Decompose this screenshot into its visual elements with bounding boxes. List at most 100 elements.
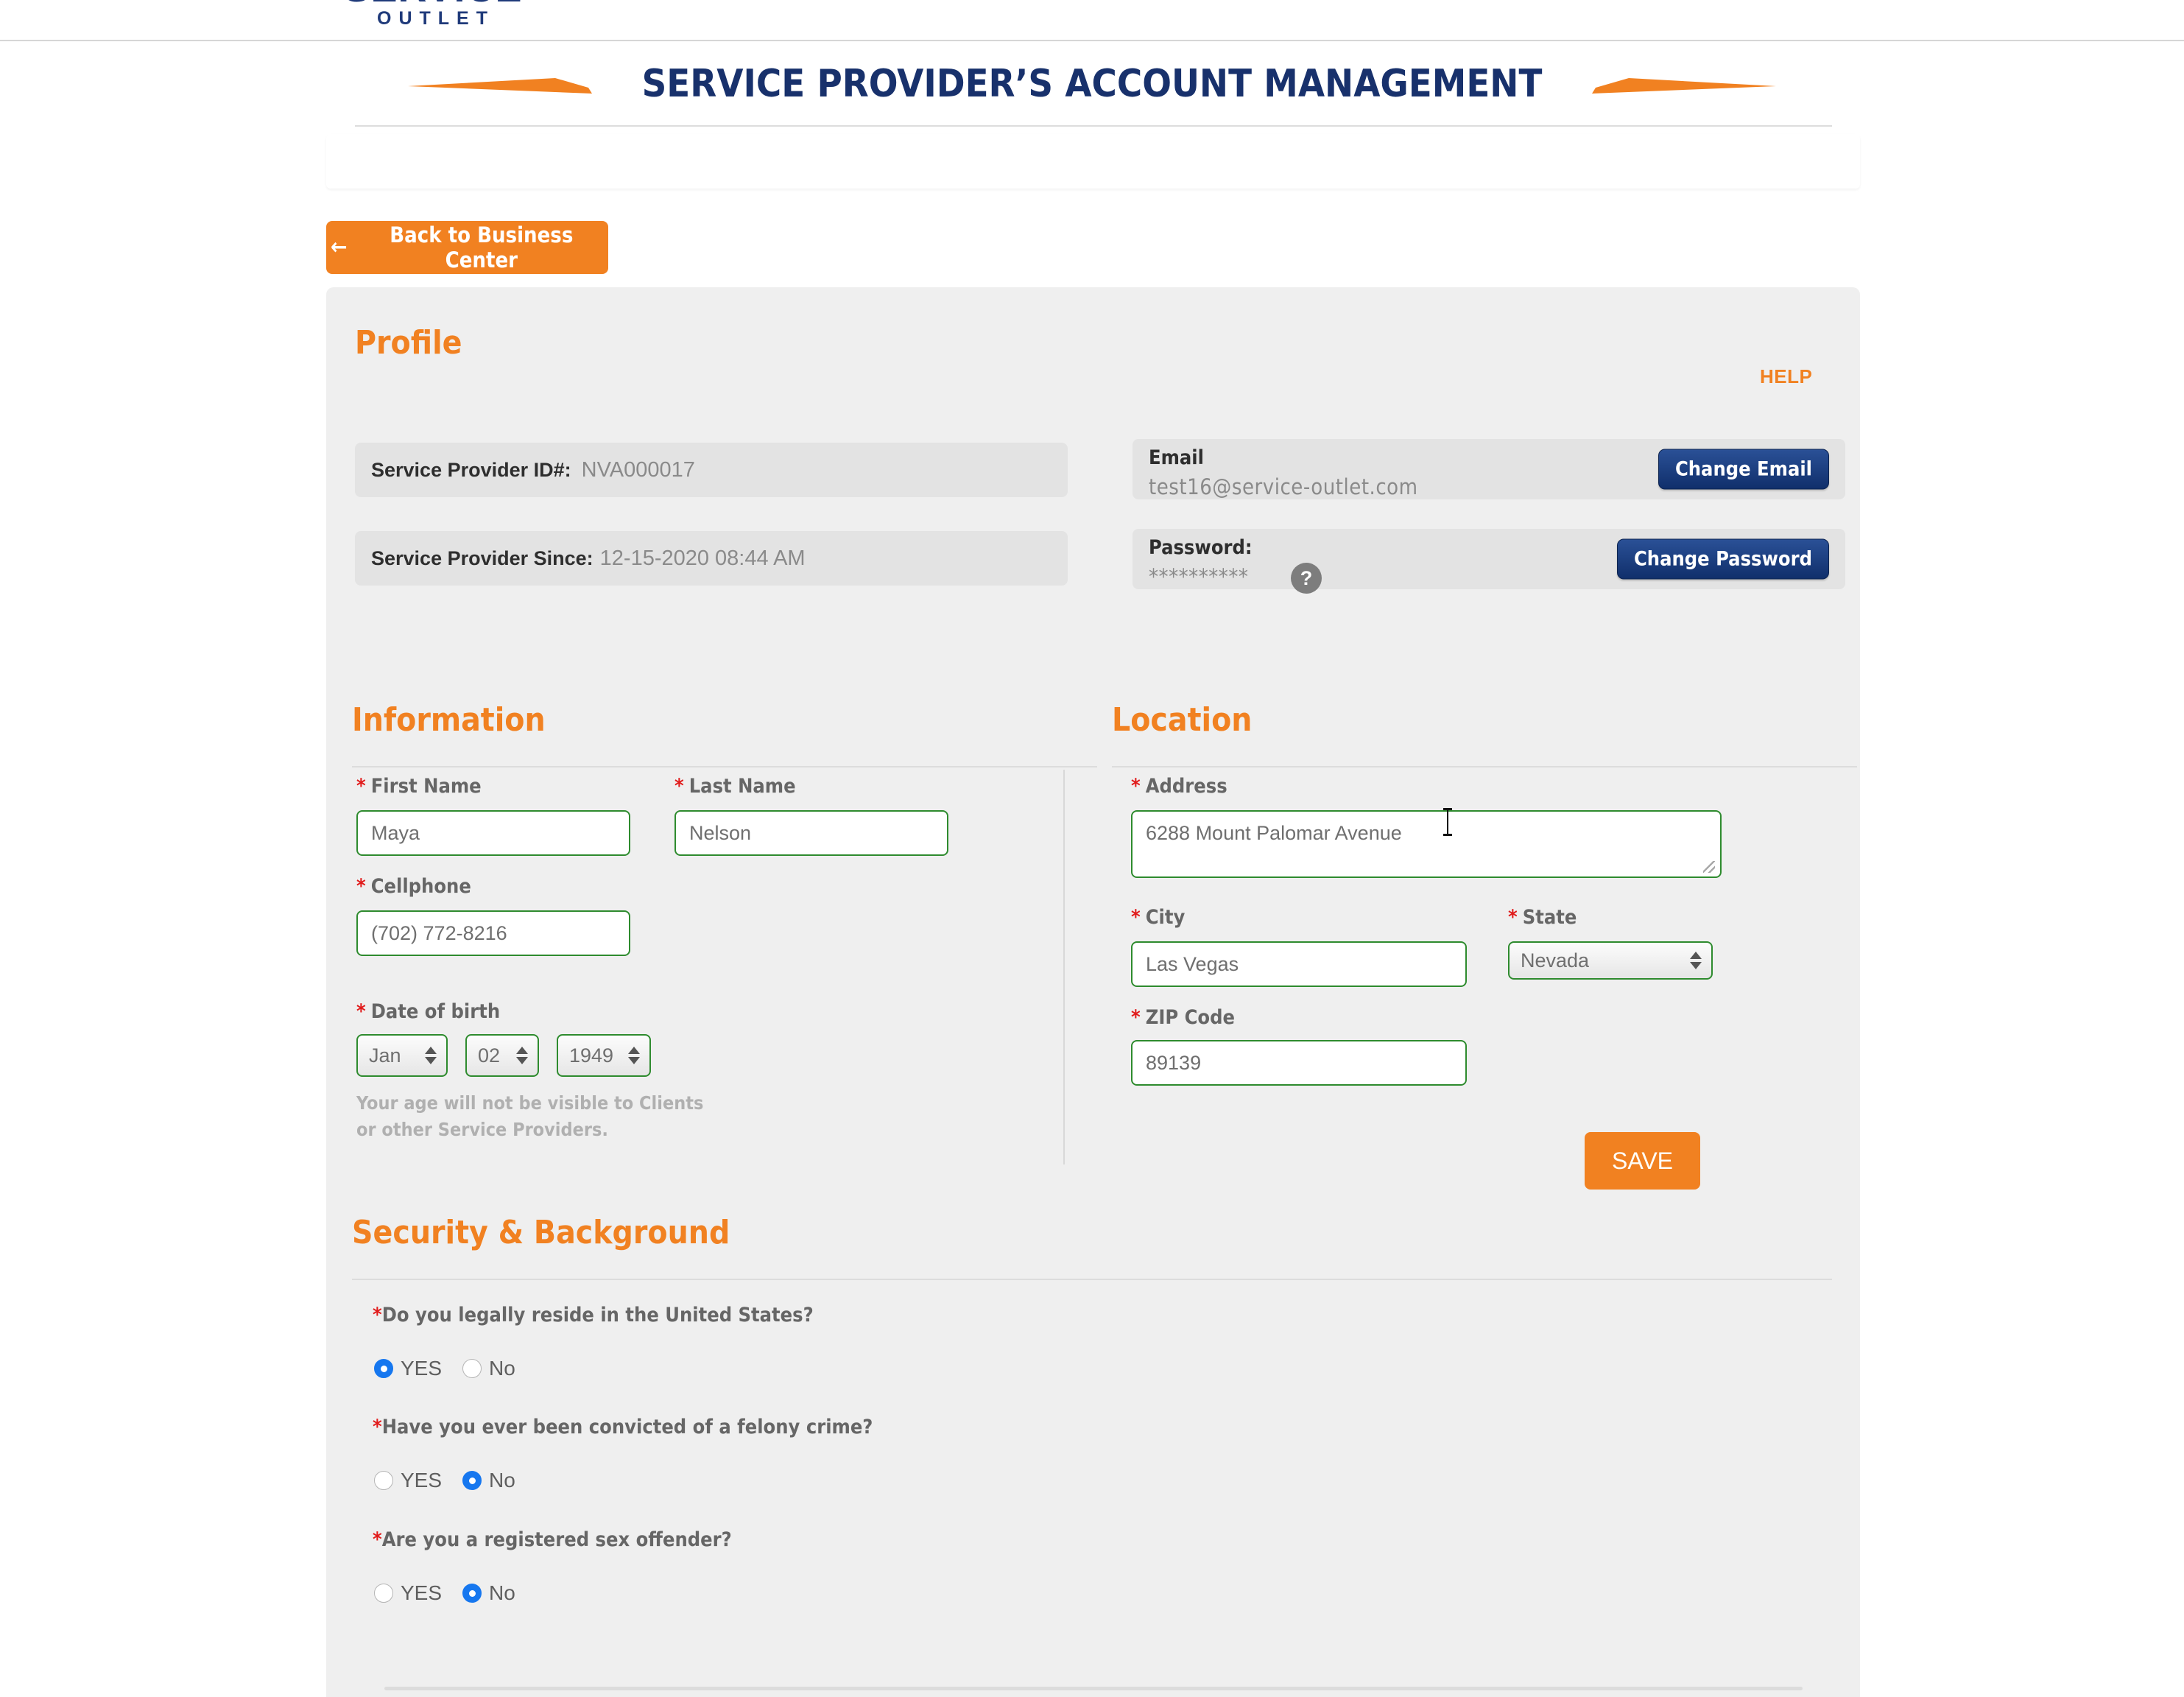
dob-year-value: 1949 (569, 1044, 614, 1067)
service-provider-id-label: Service Provider ID#: (371, 458, 571, 481)
date-of-birth-label: * Date of birth (356, 1000, 501, 1023)
header-card (326, 134, 1860, 189)
security-answer-row-2: YES No (374, 1469, 515, 1492)
age-hint-line-1: Your age will not be visible to Clients (356, 1092, 704, 1114)
security-q3-yes-label: YES (401, 1581, 443, 1604)
logo-wordmark: SERVICE (323, 0, 543, 8)
radio-icon[interactable] (374, 1584, 393, 1603)
last-name-input[interactable]: Nelson (674, 810, 948, 856)
required-marker: * (373, 1528, 382, 1551)
change-password-button[interactable]: Change Password (1616, 538, 1829, 580)
dob-year-select[interactable]: 1949 (557, 1034, 651, 1077)
brand-logo[interactable]: SERVICE OUTLET (323, 0, 543, 29)
security-q1-yes-label: YES (401, 1357, 443, 1380)
required-marker: * (674, 775, 684, 798)
security-answer-row-3: YES No (374, 1581, 515, 1605)
address-label: * Address (1131, 775, 1227, 798)
chevron-updown-icon (516, 1047, 528, 1064)
security-q3-yes-option[interactable]: YES (374, 1581, 442, 1605)
help-link[interactable]: HELP (1760, 365, 2166, 388)
security-q2-yes-label: YES (401, 1469, 443, 1492)
dob-month-value: Jan (369, 1044, 401, 1067)
password-value: ********** (1149, 564, 1249, 589)
chevron-updown-icon (628, 1047, 640, 1064)
security-q2-no-option[interactable]: No (462, 1469, 515, 1492)
city-input[interactable]: Las Vegas (1131, 941, 1467, 987)
security-question-1: *Do you legally reside in the United Sta… (373, 1304, 814, 1327)
chevron-updown-icon (1690, 952, 1702, 969)
back-to-business-center-button[interactable]: ← Back to Business Center (326, 221, 608, 274)
profile-header-divider (355, 125, 1832, 127)
logo-subtext: OUTLET (377, 8, 495, 29)
location-divider (1112, 766, 1857, 767)
top-bar: SERVICE OUTLET (0, 0, 2184, 41)
decorative-arrow-right-icon (1592, 78, 1777, 94)
email-label: Email (1149, 446, 1204, 469)
required-marker: * (373, 1416, 382, 1438)
page-title: SERVICE PROVIDER’S ACCOUNT MANAGEMENT (641, 62, 1543, 106)
required-marker: * (1131, 906, 1141, 929)
security-q2-yes-option[interactable]: YES (374, 1469, 442, 1492)
chevron-updown-icon (425, 1047, 437, 1064)
arrow-left-icon: ← (331, 234, 348, 260)
zip-code-input[interactable]: 89139 (1131, 1040, 1467, 1086)
radio-icon-selected[interactable] (462, 1584, 482, 1603)
required-marker: * (356, 875, 366, 898)
radio-icon[interactable] (462, 1359, 482, 1378)
security-q3-no-label: No (489, 1581, 515, 1604)
save-button[interactable]: SAVE (1585, 1132, 1700, 1190)
zip-code-label: * ZIP Code (1131, 1006, 1235, 1029)
security-q1-yes-option[interactable]: YES (374, 1357, 442, 1380)
address-value: 6288 Mount Palomar Avenue (1146, 822, 1402, 844)
information-section-title: Information (352, 701, 546, 739)
resize-grip-icon[interactable] (1703, 861, 1715, 873)
security-q1-no-option[interactable]: No (462, 1357, 515, 1380)
state-select[interactable]: Nevada (1508, 941, 1713, 980)
password-label: Password: (1149, 536, 1253, 559)
security-q2-no-label: No (489, 1469, 515, 1492)
required-marker: * (1131, 775, 1141, 798)
information-divider (352, 766, 1097, 767)
service-provider-since-value: 12-15-2020 08:44 AM (599, 546, 806, 570)
last-name-label: * Last Name (674, 775, 796, 798)
cellphone-input[interactable]: (702) 772-8216 (356, 910, 630, 956)
cellphone-label: * Cellphone (356, 875, 471, 898)
security-question-3: *Are you a registered sex offender? (373, 1528, 732, 1551)
security-section-title: Security & Background (352, 1214, 730, 1251)
location-section-title: Location (1112, 701, 1253, 739)
email-value: test16@service-outlet.com (1149, 474, 1418, 499)
decorative-arrow-left-icon (407, 78, 592, 94)
address-textarea[interactable]: 6288 Mount Palomar Avenue (1131, 810, 1722, 878)
page-title-row: SERVICE PROVIDER’S ACCOUNT MANAGEMENT (0, 62, 2184, 106)
age-visibility-hint: Your age will not be visible to Clients … (356, 1090, 703, 1143)
back-button-label: Back to Business Center (390, 222, 574, 273)
dob-month-select[interactable]: Jan (356, 1034, 448, 1077)
profile-section-title: Profile (355, 324, 462, 362)
service-provider-since-box: Service Provider Since: 12-15-2020 08:44… (355, 531, 1068, 586)
service-provider-id-value: NVA000017 (581, 457, 695, 482)
security-q3-no-option[interactable]: No (462, 1581, 515, 1605)
radio-icon-selected[interactable] (462, 1471, 482, 1490)
password-box: Password: ********** ? Change Password (1132, 529, 1845, 594)
state-value: Nevada (1521, 949, 1590, 972)
radio-icon-selected[interactable] (374, 1359, 393, 1378)
bottom-divider (384, 1687, 1803, 1690)
state-label: * State (1508, 906, 1577, 929)
service-provider-id-box: Service Provider ID#: NVA000017 (355, 443, 1068, 497)
required-marker: * (1508, 906, 1518, 929)
column-divider (1063, 770, 1065, 1164)
first-name-input[interactable]: Maya (356, 810, 630, 856)
security-answer-row-1: YES No (374, 1357, 515, 1380)
city-label: * City (1131, 906, 1186, 929)
first-name-label: * First Name (356, 775, 482, 798)
service-provider-since-label: Service Provider Since: (371, 547, 593, 569)
security-q1-no-label: No (489, 1357, 515, 1380)
dob-day-select[interactable]: 02 (465, 1034, 539, 1077)
required-marker: * (373, 1304, 382, 1327)
security-divider (352, 1279, 1832, 1280)
change-email-button[interactable]: Change Email (1658, 449, 1829, 490)
radio-icon[interactable] (374, 1471, 393, 1490)
age-hint-line-2: or other Service Providers. (356, 1119, 608, 1140)
security-question-2: *Have you ever been convicted of a felon… (373, 1416, 873, 1438)
question-mark-icon[interactable]: ? (1291, 563, 1322, 594)
